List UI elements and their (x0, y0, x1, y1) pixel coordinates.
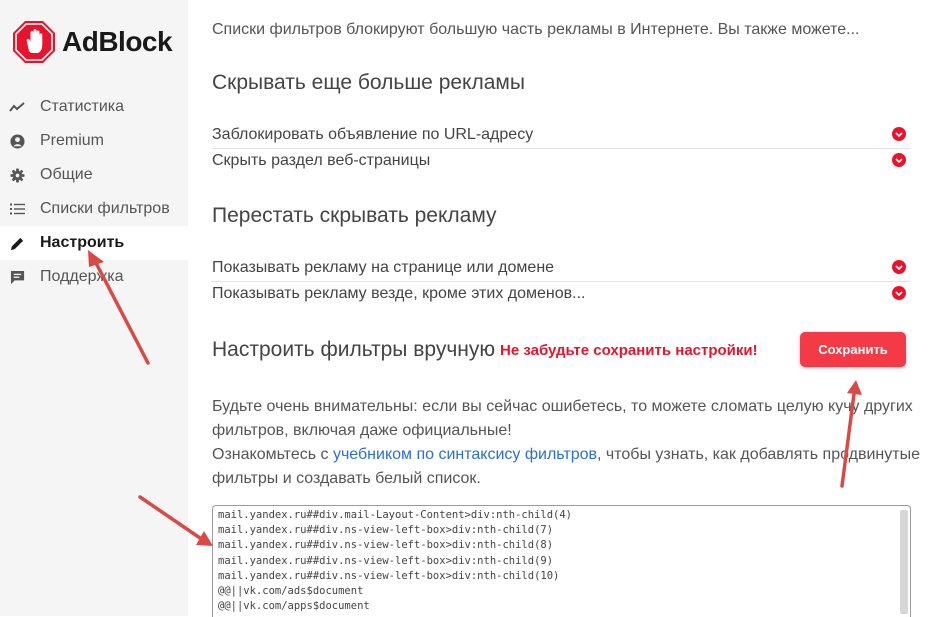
sidebar-item-label: Общие (40, 166, 93, 183)
filter-rule-line: mail.yandex.ru##div.ns-view-left-box>div… (218, 539, 554, 552)
row-label: Заблокировать объявление по URL-адресу (212, 126, 534, 143)
filter-rule-line: @@||vk.com/apps$document (218, 600, 370, 613)
sidebar-item-label: Настроить (40, 234, 125, 251)
app-name: AdBlock (62, 26, 173, 57)
sidebar-item-filter-lists[interactable]: Списки фильтров (0, 192, 188, 226)
pencil-icon (8, 234, 26, 252)
trend-line-icon (8, 98, 26, 116)
save-button[interactable]: Сохранить (800, 332, 906, 367)
hide-page-section-row[interactable]: Скрыть раздел веб-страницы (212, 148, 910, 174)
custom-filters-textarea[interactable]: mail.yandex.ru##div.mail-Layout-Content>… (212, 505, 911, 617)
chat-icon (8, 268, 26, 286)
show-ads-except-domains-row[interactable]: Показывать рекламу везде, кроме этих дом… (212, 281, 910, 307)
section-title-hide-more-ads: Скрывать еще больше рекламы (212, 71, 525, 94)
vertical-scrollbar[interactable] (900, 510, 908, 614)
chevron-down-icon[interactable] (892, 127, 906, 141)
list-icon (8, 200, 26, 218)
syntax-paragraph-line-2: фильтры и создавать белый список. (212, 470, 481, 487)
user-circle-icon (8, 132, 26, 150)
syntax-paragraph-line-1: Ознакомьтесь с учебником по синтаксису ф… (212, 446, 920, 464)
syntax-suffix-text: , чтобы узнать, как добавлять продвинуты… (597, 446, 920, 463)
sidebar-item-premium[interactable]: Premium (0, 124, 188, 158)
sidebar-nav: Статистика Premium Общие Списки фильтров… (0, 90, 188, 294)
sidebar-item-support[interactable]: Поддержка (0, 260, 188, 294)
filter-rule-line: mail.yandex.ru##div.ns-view-left-box>div… (218, 569, 560, 582)
filter-rule-line: mail.yandex.ru##div.ns-view-left-box>div… (218, 554, 554, 567)
save-reminder-warning: Не забудьте сохранить настройки! (500, 342, 758, 359)
gear-icon (8, 166, 26, 184)
chevron-down-icon[interactable] (892, 153, 906, 167)
show-ads-on-page-row[interactable]: Показывать рекламу на странице или домен… (212, 255, 910, 282)
sidebar-item-customize[interactable]: Настроить (0, 226, 188, 260)
adblock-logo[interactable]: AdBlock (12, 16, 173, 68)
block-ad-by-url-row[interactable]: Заблокировать объявление по URL-адресу (212, 122, 910, 149)
row-label: Показывать рекламу на странице или домен… (212, 259, 555, 276)
filter-rule-line: @@||vk.com/ads$document (218, 585, 364, 598)
chevron-down-icon[interactable] (892, 260, 906, 274)
filter-rules-text: mail.yandex.ru##div.mail-Layout-Content>… (218, 508, 572, 614)
section-title-manual-filters: Настроить фильтры вручную (212, 338, 496, 361)
arrow-to-save-button-icon (840, 380, 862, 488)
row-label: Показывать рекламу везде, кроме этих дом… (212, 285, 586, 302)
warning-paragraph-line-1: Будьте очень внимательны: если вы сейчас… (212, 398, 913, 415)
filter-rule-line: mail.yandex.ru##div.mail-Layout-Content>… (218, 509, 573, 521)
section-title-stop-hiding-ads: Перестать скрывать рекламу (212, 204, 497, 227)
syntax-prefix-text: Ознакомьтесь с (212, 446, 333, 463)
sidebar-item-general[interactable]: Общие (0, 158, 188, 192)
intro-text: Списки фильтров блокируют большую часть … (212, 21, 860, 38)
filter-syntax-tutorial-link[interactable]: учебником по синтаксису фильтров (333, 446, 597, 463)
sidebar-item-label: Статистика (40, 98, 125, 115)
sidebar-item-label: Поддержка (40, 268, 124, 285)
sidebar-item-label: Списки фильтров (40, 200, 170, 217)
adblock-stop-hand-icon (13, 21, 55, 63)
sidebar-item-statistics[interactable]: Статистика (0, 90, 188, 124)
chevron-down-icon[interactable] (892, 286, 906, 300)
warning-paragraph-line-2: фильтров, включая даже официальные! (212, 422, 512, 439)
sidebar: AdBlock Статистика Premium Общие Списки … (0, 0, 188, 616)
row-label: Скрыть раздел веб-страницы (212, 152, 431, 169)
filter-rule-line: mail.yandex.ru##div.ns-view-left-box>div… (218, 524, 554, 537)
sidebar-item-label: Premium (40, 132, 105, 149)
